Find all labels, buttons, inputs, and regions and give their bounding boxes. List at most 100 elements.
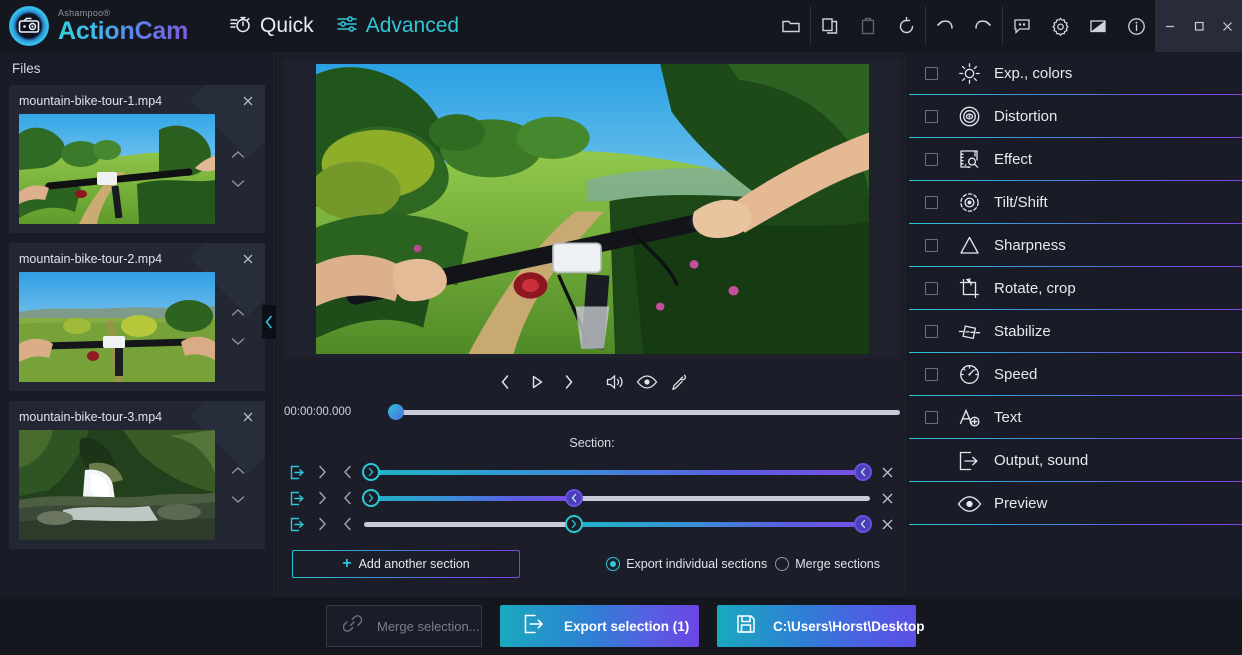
video-preview[interactable] (284, 60, 900, 358)
section-range-slider[interactable] (364, 512, 870, 536)
move-up-button[interactable] (231, 146, 245, 164)
settings-button[interactable] (1041, 0, 1079, 52)
player-controls (276, 362, 908, 402)
section-range-slider[interactable] (364, 460, 870, 484)
radio-merge-sections-label: Merge sections (795, 557, 880, 571)
remove-file-button[interactable] (239, 250, 257, 268)
effect-label: Distortion (994, 108, 1057, 125)
redo-button[interactable] (964, 0, 1002, 52)
open-folder-button[interactable] (772, 0, 810, 52)
effect-row-text[interactable]: Text (909, 396, 1242, 439)
mode-tabs: Quick Advanced (230, 14, 459, 39)
tab-quick[interactable]: Quick (230, 14, 314, 39)
section-next-button[interactable] (310, 517, 335, 531)
effect-row-effect[interactable]: Effect (909, 138, 1242, 181)
range-fill (364, 496, 574, 501)
list-item[interactable]: mountain-bike-tour-2.mp4 (9, 243, 265, 391)
effect-checkbox[interactable] (925, 411, 938, 424)
merge-selection-button[interactable]: Merge selection... (326, 605, 482, 647)
effect-row-preview[interactable]: Preview (909, 482, 1242, 525)
seek-playhead[interactable] (388, 404, 404, 420)
reset-button[interactable] (887, 0, 925, 52)
effect-row-speed[interactable]: Speed (909, 353, 1242, 396)
effect-checkbox[interactable] (925, 239, 938, 252)
remove-file-button[interactable] (239, 92, 257, 110)
delete-section-button[interactable] (874, 492, 900, 505)
move-up-button[interactable] (231, 304, 245, 322)
feedback-button[interactable] (1003, 0, 1041, 52)
range-start-handle[interactable] (362, 489, 380, 507)
effect-row-output-sound[interactable]: Output, sound (909, 439, 1242, 482)
volume-button[interactable] (599, 365, 631, 399)
header-tool-group-1 (772, 0, 810, 52)
add-section-button[interactable]: + Add another section (292, 550, 520, 578)
effect-row-stabilize[interactable]: Stabilize (909, 310, 1242, 353)
section-prev-button[interactable] (335, 465, 360, 479)
floppy-save-icon (735, 613, 757, 640)
theme-button[interactable] (1079, 0, 1117, 52)
close-button[interactable] (1213, 0, 1242, 52)
move-down-button[interactable] (231, 175, 245, 193)
effect-label: Speed (994, 366, 1037, 383)
move-down-button[interactable] (231, 333, 245, 351)
paste-button[interactable] (849, 0, 887, 52)
range-end-handle[interactable] (565, 489, 583, 507)
next-frame-button[interactable] (553, 365, 585, 399)
move-up-button[interactable] (231, 462, 245, 480)
output-path-button[interactable]: C:\Users\Horst\Desktop (717, 605, 916, 647)
range-start-handle[interactable] (565, 515, 583, 533)
remove-file-button[interactable] (239, 408, 257, 426)
effect-checkbox[interactable] (925, 153, 938, 166)
section-prev-button[interactable] (335, 491, 360, 505)
previous-frame-button[interactable] (489, 365, 521, 399)
export-selection-button[interactable]: Export selection (1) (500, 605, 699, 647)
effect-checkbox[interactable] (925, 196, 938, 209)
stopwatch-icon (230, 14, 252, 39)
file-order-controls (215, 114, 261, 224)
section-next-button[interactable] (310, 465, 335, 479)
range-start-handle[interactable] (362, 463, 380, 481)
add-section-label: Add another section (359, 557, 470, 571)
range-end-handle[interactable] (854, 515, 872, 533)
effect-row-sharpness[interactable]: Sharpness (909, 224, 1242, 267)
export-box-arrow-icon[interactable] (284, 517, 310, 532)
header-tool-group-3 (926, 0, 1002, 52)
play-button[interactable] (521, 365, 553, 399)
seek-track[interactable] (388, 410, 900, 415)
effect-checkbox[interactable] (925, 325, 938, 338)
export-box-arrow-icon[interactable] (284, 491, 310, 506)
preview-eye-button[interactable] (631, 365, 663, 399)
radio-merge-sections[interactable]: Merge sections (775, 557, 880, 571)
effect-checkbox[interactable] (925, 110, 938, 123)
undo-button[interactable] (926, 0, 964, 52)
effect-checkbox[interactable] (925, 282, 938, 295)
effect-row-tilt-shift[interactable]: Tilt/Shift (909, 181, 1242, 224)
file-thumbnail-row (9, 108, 265, 224)
list-item[interactable]: mountain-bike-tour-1.mp4 (9, 85, 265, 233)
effect-checkbox[interactable] (925, 368, 938, 381)
effect-row-exp-colors[interactable]: Exp., colors (909, 52, 1242, 95)
output-path-label: C:\Users\Horst\Desktop (773, 619, 925, 634)
collapse-files-panel-handle[interactable] (262, 305, 276, 339)
info-button[interactable] (1117, 0, 1155, 52)
minimize-button[interactable] (1155, 0, 1184, 52)
files-panel: Files mountain-bike-tour-1.mp4 (0, 52, 275, 597)
player-settings-button[interactable] (663, 365, 695, 399)
file-order-controls (215, 430, 261, 540)
export-box-arrow-icon[interactable] (284, 465, 310, 480)
copy-button[interactable] (811, 0, 849, 52)
section-range-slider[interactable] (364, 486, 870, 510)
effect-row-distortion[interactable]: Distortion (909, 95, 1242, 138)
section-next-button[interactable] (310, 491, 335, 505)
effect-row-rotate-crop[interactable]: Rotate, crop (909, 267, 1242, 310)
range-end-handle[interactable] (854, 463, 872, 481)
list-item[interactable]: mountain-bike-tour-3.mp4 (9, 401, 265, 549)
section-prev-button[interactable] (335, 517, 360, 531)
tab-advanced[interactable]: Advanced (336, 14, 459, 39)
radio-export-individual[interactable]: Export individual sections (606, 557, 767, 571)
delete-section-button[interactable] (874, 466, 900, 479)
delete-section-button[interactable] (874, 518, 900, 531)
maximize-button[interactable] (1184, 0, 1213, 52)
effect-checkbox[interactable] (925, 67, 938, 80)
move-down-button[interactable] (231, 491, 245, 509)
